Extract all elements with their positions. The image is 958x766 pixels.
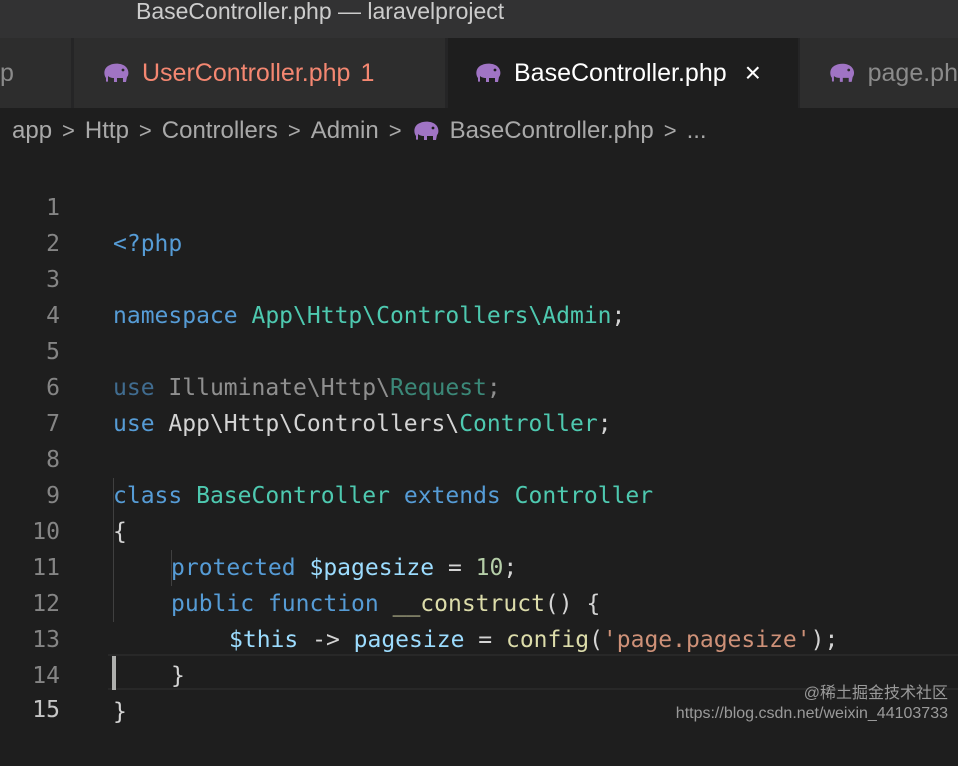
- php-elephant-icon: [412, 120, 440, 142]
- line-number: 15: [0, 692, 60, 728]
- code-line: 10 protected $pagesize = 10;: [0, 478, 958, 514]
- code-line: 13 }: [0, 586, 958, 622]
- code-line: 9 {: [0, 442, 958, 478]
- code-line: 5 use Illuminate\Http\Request;: [0, 298, 958, 334]
- code-line: 11 public function __construct() {: [0, 514, 958, 550]
- watermark: @稀土掘金技术社区 https://blog.csdn.net/weixin_4…: [676, 684, 948, 724]
- tab-user-controller[interactable]: UserController.php 1: [74, 38, 446, 108]
- tab-label: p: [0, 59, 14, 88]
- chevron-right-icon: >: [288, 118, 301, 144]
- breadcrumb: app > Http > Controllers > Admin > BaseC…: [0, 108, 958, 154]
- tab-label: UserController.php: [142, 59, 350, 88]
- watermark-line: https://blog.csdn.net/weixin_44103733: [676, 704, 948, 724]
- breadcrumb-app[interactable]: app: [12, 117, 52, 145]
- code-line: 2: [0, 190, 958, 226]
- code-line: 8 class BaseController extends Controlle…: [0, 406, 958, 442]
- code-line: 3 namespace App\Http\Controllers\Admin;: [0, 226, 958, 262]
- watermark-line: @稀土掘金技术社区: [676, 684, 948, 704]
- code-line: 7: [0, 370, 958, 406]
- tab-base-controller[interactable]: BaseController.php ×: [448, 38, 798, 108]
- chevron-right-icon: >: [62, 118, 75, 144]
- php-elephant-icon: [474, 62, 502, 84]
- tab-label: page.ph: [868, 59, 958, 88]
- chevron-right-icon: >: [389, 118, 402, 144]
- code-line: 4: [0, 262, 958, 298]
- code-line: 12 $this -> pagesize = config('page.page…: [0, 550, 958, 586]
- chevron-right-icon: >: [139, 118, 152, 144]
- tab-partial-left[interactable]: p: [0, 38, 72, 108]
- code-editor[interactable]: 1 <?php 2 3 namespace App\Http\Controlle…: [0, 154, 958, 732]
- title-bar: BaseController.php — laravelproject: [0, 0, 958, 38]
- text-cursor: [112, 656, 116, 690]
- code-line: 14 }: [0, 622, 958, 658]
- breadcrumb-admin[interactable]: Admin: [311, 117, 379, 145]
- breadcrumb-http[interactable]: Http: [85, 117, 129, 145]
- code-line: 6 use App\Http\Controllers\Controller;: [0, 334, 958, 370]
- breadcrumb-file[interactable]: BaseController.php: [450, 117, 654, 145]
- tab-bar: p UserController.php 1 BaseController.ph…: [0, 38, 958, 108]
- close-icon[interactable]: ×: [745, 57, 761, 89]
- breadcrumb-symbol[interactable]: ...: [687, 117, 707, 145]
- tab-label: BaseController.php: [514, 59, 727, 88]
- window-title: BaseController.php — laravelproject: [136, 0, 504, 26]
- php-elephant-icon: [828, 62, 856, 84]
- tab-page-config[interactable]: page.ph: [800, 38, 958, 108]
- code-line: 1 <?php: [0, 154, 958, 190]
- php-elephant-icon: [102, 62, 130, 84]
- breadcrumb-controllers[interactable]: Controllers: [162, 117, 278, 145]
- code-text: }: [113, 694, 127, 730]
- problem-count-badge: 1: [360, 59, 374, 88]
- chevron-right-icon: >: [664, 118, 677, 144]
